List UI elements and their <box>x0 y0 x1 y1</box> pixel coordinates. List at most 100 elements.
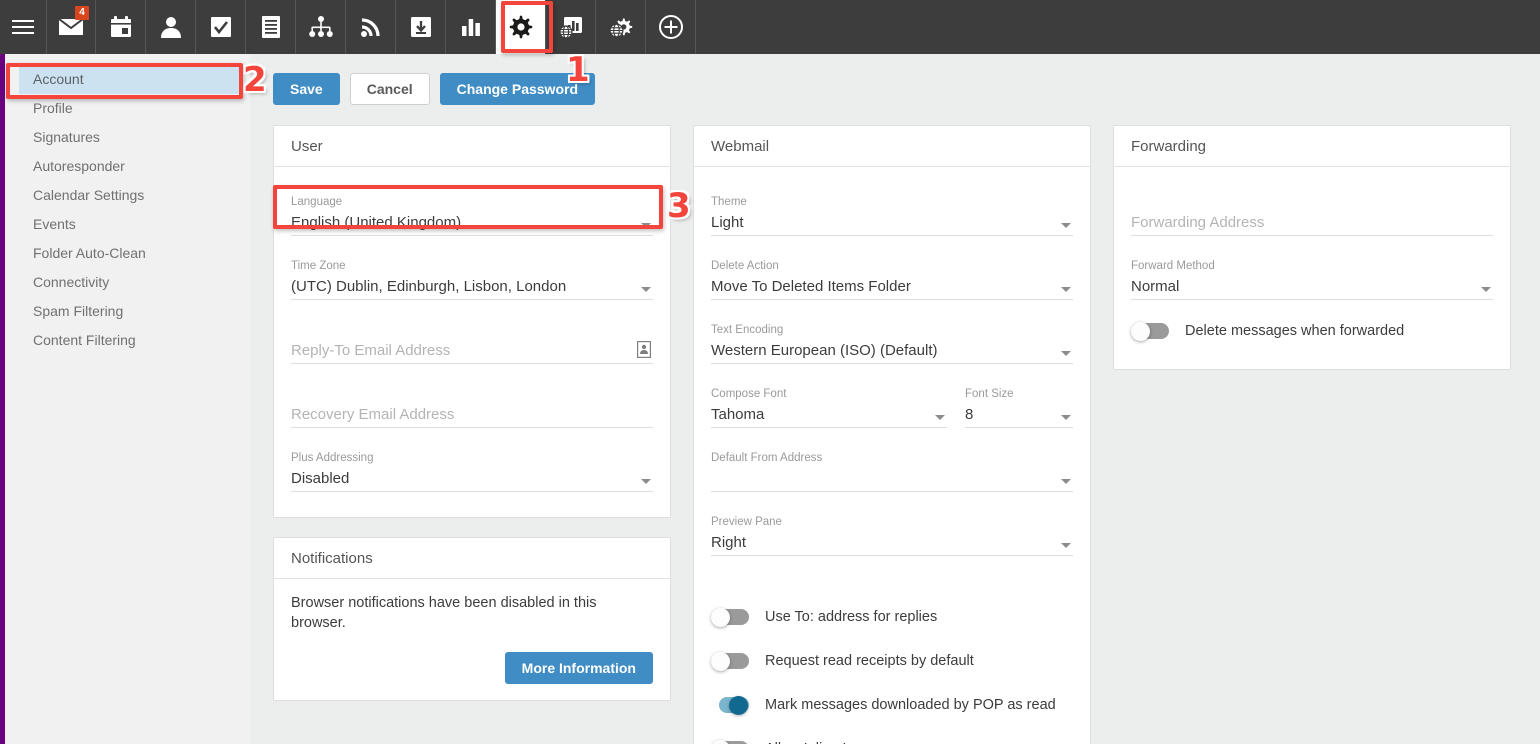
toolbar-organisation-button[interactable] <box>296 0 346 54</box>
forward-method-field[interactable]: Forward Method Normal <box>1131 245 1493 300</box>
preview-pane-label: Preview Pane <box>711 516 782 528</box>
chevron-down-icon[interactable] <box>935 415 945 420</box>
reply-to-email-placeholder: Reply-To Email Address <box>291 338 653 364</box>
preview-pane-field[interactable]: Preview Pane Right <box>711 501 1073 556</box>
sidebar-item-label: Account <box>33 71 84 87</box>
sidebar-item-label: Content Filtering <box>33 332 136 348</box>
sidebar-item-label: Events <box>33 216 76 232</box>
forwarding-address-field[interactable]: Forwarding Address <box>1131 181 1493 236</box>
compose-font-label: Compose Font <box>711 388 787 400</box>
toggle-switch-off-icon[interactable] <box>711 652 749 671</box>
sidebar-item-events[interactable]: Events <box>5 210 250 239</box>
chevron-down-icon[interactable] <box>1061 479 1071 484</box>
chevron-down-icon[interactable] <box>641 287 651 292</box>
text-encoding-label: Text Encoding <box>711 324 784 336</box>
compose-font-field[interactable]: Compose Font Tahoma <box>711 373 947 428</box>
plus-addressing-field[interactable]: Plus Addressing Disabled <box>291 437 653 492</box>
toolbar-reports-button[interactable] <box>446 0 496 54</box>
toolbar-calendar-button[interactable] <box>96 0 146 54</box>
sidebar-item-label: Profile <box>33 100 73 116</box>
column-left: User Language English (United Kingdom) T… <box>273 125 671 701</box>
default-from-address-field[interactable]: Default From Address <box>711 437 1073 492</box>
font-row: Compose Font Tahoma Font Size 8 <box>711 373 1073 437</box>
toggle-switch-off-icon[interactable] <box>711 608 749 627</box>
chevron-down-icon[interactable] <box>1481 287 1491 292</box>
webmail-card-title: Webmail <box>694 126 1090 167</box>
toggle-switch-off-icon[interactable] <box>1131 322 1169 341</box>
toolbar-contacts-button[interactable] <box>146 0 196 54</box>
language-label: Language <box>291 196 343 208</box>
plus-addressing-value: Disabled <box>291 466 653 492</box>
font-size-field[interactable]: Font Size 8 <box>965 373 1073 428</box>
toggle-switch-on-icon[interactable] <box>711 696 749 715</box>
recovery-email-field[interactable]: Recovery Email Address <box>291 373 653 428</box>
recovery-email-placeholder: Recovery Email Address <box>291 402 653 428</box>
cancel-button[interactable]: Cancel <box>349 73 430 105</box>
sidebar-item-signatures[interactable]: Signatures <box>5 123 250 152</box>
theme-field[interactable]: Theme Light <box>711 181 1073 236</box>
delete-action-field[interactable]: Delete Action Move To Deleted Items Fold… <box>711 245 1073 300</box>
mail-icon <box>58 17 84 37</box>
font-size-label: Font Size <box>965 388 1014 400</box>
toolbar-tasks-button[interactable] <box>196 0 246 54</box>
sidebar-item-profile[interactable]: Profile <box>5 94 250 123</box>
text-encoding-value: Western European (ISO) (Default) <box>711 338 1073 364</box>
sidebar-item-spam-filtering[interactable]: Spam Filtering <box>5 297 250 326</box>
sidebar-item-label: Autoresponder <box>33 158 125 174</box>
column-middle: Webmail Theme Light Delete Action Move T… <box>693 125 1091 744</box>
sidebar-item-label: Folder Auto-Clean <box>33 245 146 261</box>
toggle-delete-messages-when-forwarded[interactable]: Delete messages when forwarded <box>1131 309 1493 353</box>
toggle-request-read-receipts[interactable]: Request read receipts by default <box>711 639 1073 683</box>
toggle-switch-off-icon[interactable] <box>711 740 749 744</box>
column-right: Forwarding Forwarding Address Forward Me… <box>1113 125 1511 370</box>
time-zone-field[interactable]: Time Zone (UTC) Dublin, Edinburgh, Lisbo… <box>291 245 653 300</box>
hamburger-menu-button[interactable] <box>0 0 46 54</box>
sidebar-item-folder-auto-clean[interactable]: Folder Auto-Clean <box>5 239 250 268</box>
webmail-card-body: Theme Light Delete Action Move To Delete… <box>694 167 1090 581</box>
more-information-button[interactable]: More Information <box>504 652 653 684</box>
rss-feeds-icon <box>360 16 382 38</box>
font-size-value: 8 <box>965 402 1073 428</box>
language-field[interactable]: Language English (United Kingdom) <box>291 181 653 236</box>
toolbar-email-button[interactable]: 4 <box>46 0 96 54</box>
chevron-down-icon[interactable] <box>641 479 651 484</box>
toolbar-file-storage-button[interactable] <box>396 0 446 54</box>
user-card-title: User <box>274 126 670 167</box>
toolbar-notes-button[interactable] <box>246 0 296 54</box>
sidebar-item-content-filtering[interactable]: Content Filtering <box>5 326 250 355</box>
address-book-icon[interactable] <box>637 341 652 359</box>
sidebar-item-autoresponder[interactable]: Autoresponder <box>5 152 250 181</box>
toggle-use-to-address-for-replies[interactable]: Use To: address for replies <box>711 595 1073 639</box>
domain-settings-icon <box>608 15 634 39</box>
chevron-down-icon[interactable] <box>641 223 651 228</box>
toggle-label: Use To: address for replies <box>765 609 938 625</box>
text-encoding-field[interactable]: Text Encoding Western European (ISO) (De… <box>711 309 1073 364</box>
chevron-down-icon[interactable] <box>1061 223 1071 228</box>
sidebar-item-calendar-settings[interactable]: Calendar Settings <box>5 181 250 210</box>
change-password-button[interactable]: Change Password <box>439 73 595 105</box>
webmail-toggles: Use To: address for replies Request read… <box>694 581 1090 744</box>
chevron-down-icon[interactable] <box>1061 287 1071 292</box>
save-button[interactable]: Save <box>273 73 340 105</box>
sidebar-item-account[interactable]: Account <box>19 65 243 94</box>
settings-columns: User Language English (United Kingdom) T… <box>273 125 1535 744</box>
language-value: English (United Kingdom) <box>291 210 653 236</box>
forwarding-address-placeholder: Forwarding Address <box>1131 210 1493 236</box>
toolbar-domain-reports-button[interactable] <box>546 0 596 54</box>
hamburger-menu-icon <box>12 19 34 35</box>
reports-icon <box>460 16 482 38</box>
chevron-down-icon[interactable] <box>1061 351 1071 356</box>
default-from-address-value <box>711 466 1073 492</box>
settings-gear-icon <box>508 14 534 40</box>
toggle-allow-inline-images[interactable]: Allow Inline Images <box>711 727 1073 744</box>
sidebar-item-connectivity[interactable]: Connectivity <box>5 268 250 297</box>
toggle-mark-pop-downloaded-as-read[interactable]: Mark messages downloaded by POP as read <box>711 683 1073 727</box>
toolbar-domain-settings-button[interactable] <box>596 0 646 54</box>
toolbar-settings-button[interactable] <box>496 0 546 54</box>
chevron-down-icon[interactable] <box>1061 415 1071 420</box>
reply-to-email-field[interactable]: Reply-To Email Address <box>291 309 653 364</box>
toolbar-rss-button[interactable] <box>346 0 396 54</box>
toolbar-new-button[interactable] <box>646 0 696 54</box>
main-content: Save Cancel Change Password User Languag… <box>251 54 1540 744</box>
chevron-down-icon[interactable] <box>1061 543 1071 548</box>
